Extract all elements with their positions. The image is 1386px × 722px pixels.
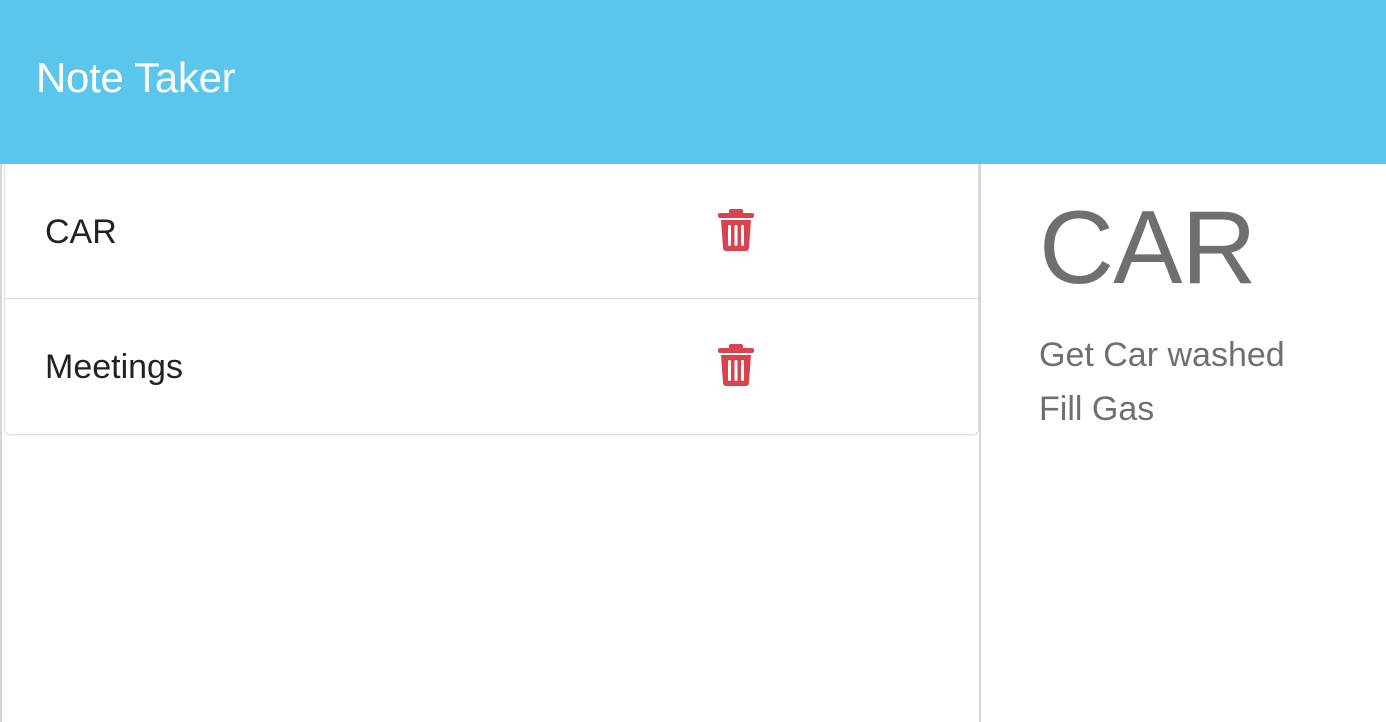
note-title-display[interactable]: CAR — [1039, 190, 1257, 306]
note-body-display[interactable]: Get Car washed Fill Gas — [1039, 328, 1285, 436]
trash-icon[interactable] — [717, 343, 755, 387]
delete-note-button[interactable] — [717, 208, 755, 252]
note-list-item[interactable]: Meetings — [5, 299, 978, 434]
note-item-title[interactable]: CAR — [45, 212, 117, 252]
app-title[interactable]: Note Taker — [36, 52, 236, 104]
note-body-line: Fill Gas — [1039, 390, 1155, 428]
navbar: Note Taker — [0, 0, 1386, 164]
trash-icon[interactable] — [717, 208, 755, 252]
note-list-item[interactable]: CAR — [5, 164, 978, 299]
delete-note-button[interactable] — [717, 343, 755, 387]
note-list: CAR Meetings — [4, 164, 979, 435]
note-body-line: Get Car washed — [1039, 336, 1285, 374]
note-list-column: CAR Meetings — [0, 164, 981, 722]
note-detail-panel: CAR Get Car washed Fill Gas — [981, 164, 1386, 722]
note-item-title[interactable]: Meetings — [45, 347, 183, 387]
